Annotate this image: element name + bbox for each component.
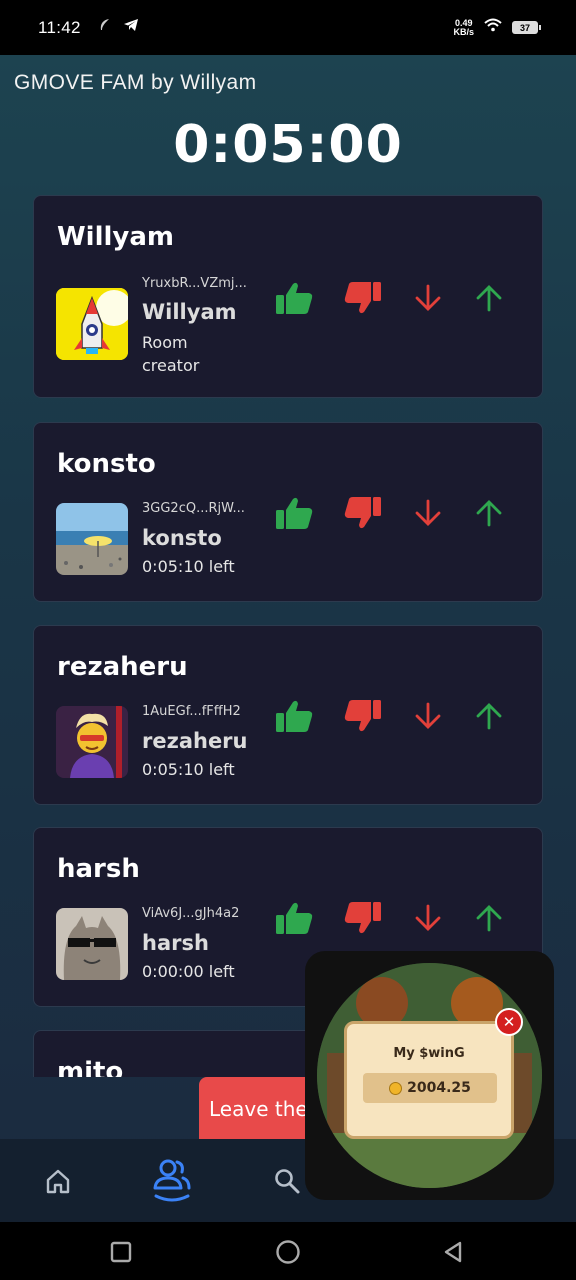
move-up-button[interactable] (469, 493, 509, 533)
thumbs-down-icon (344, 282, 381, 314)
thumbs-down-icon (344, 700, 381, 732)
home-circle-icon (276, 1240, 300, 1264)
arrow-up-icon (476, 285, 502, 312)
move-up-button[interactable] (469, 278, 509, 318)
participant-card: konsto 3GG2cQ...RjW... konsto 0:05:10 le… (33, 422, 543, 602)
balance-value: 2004.25 (407, 1080, 471, 1096)
thumbs-up-button[interactable] (274, 898, 314, 938)
wallet-address: 3GG2cQ...RjW... (142, 501, 245, 516)
move-up-button[interactable] (469, 696, 509, 736)
thumbs-up-icon (276, 282, 313, 314)
participant-card-title: konsto (57, 449, 156, 479)
thumbs-up-icon (276, 700, 313, 732)
net-speed: 0.49 KB/s (453, 17, 474, 37)
floating-game-overlay[interactable]: My $winG 2004.25 ✕ (305, 951, 554, 1200)
arrow-up-icon (476, 703, 502, 730)
wifi-icon (484, 18, 502, 37)
recents-button[interactable] (110, 1241, 132, 1267)
thumbs-down-icon (344, 497, 381, 529)
thumbs-up-button[interactable] (274, 278, 314, 318)
thumbs-up-icon (276, 902, 313, 934)
arrow-down-icon (415, 284, 441, 311)
participant-card: rezaheru 1AuEGf...fFffH2 rezaheru 0:05:1… (33, 625, 543, 805)
participant-card-title: rezaheru (57, 652, 188, 682)
back-triangle-icon (444, 1241, 462, 1263)
move-down-button[interactable] (408, 493, 448, 533)
participant-card-title: Willyam (57, 222, 174, 252)
beach-avatar (56, 503, 128, 575)
participant-list[interactable]: Willyam YruxbR...VZmj... Willyam Room cr… (33, 195, 543, 1077)
room-title: GMOVE FAM by Willyam (14, 71, 257, 94)
move-down-button[interactable] (408, 898, 448, 938)
coin-icon (389, 1081, 403, 1095)
move-up-button[interactable] (469, 898, 509, 938)
popup-title: My $winG (393, 1046, 465, 1061)
status-time: 11:42 (38, 17, 81, 37)
participant-card-title: mito (57, 1057, 124, 1077)
participant-card-title: harsh (57, 854, 140, 884)
participant-username: konsto (142, 526, 222, 550)
participant-time-left: 0:05:10 left (142, 760, 235, 779)
wallet-address: 1AuEGf...fFffH2 (142, 704, 241, 719)
participant-username: rezaheru (142, 729, 248, 753)
move-down-button[interactable] (408, 278, 448, 318)
battery-icon: 37 (512, 21, 541, 34)
move-down-button[interactable] (408, 696, 448, 736)
my-swing-popup: My $winG 2004.25 (344, 1021, 514, 1139)
leaf-notification-icon (99, 18, 111, 37)
popup-close-button[interactable]: ✕ (495, 1008, 523, 1036)
people-icon (153, 1159, 191, 1202)
thumbs-down-icon (344, 902, 381, 934)
room-timer: 0:05:00 (173, 115, 403, 175)
cat-sunglasses-avatar (56, 908, 128, 980)
participant-role: Room creator (142, 333, 200, 375)
arrow-up-icon (476, 905, 502, 932)
wallet-address: YruxbR...VZmj... (142, 276, 247, 291)
recents-square-icon (110, 1241, 132, 1263)
home-button[interactable] (275, 1239, 301, 1269)
thumbs-down-button[interactable] (343, 898, 383, 938)
search-icon (275, 1169, 300, 1194)
telegram-icon (123, 18, 139, 37)
thumbs-down-button[interactable] (343, 493, 383, 533)
home-icon (46, 1169, 70, 1194)
status-bar: 11:42 0.49 KB/s 37 (0, 0, 576, 55)
system-navigation-bar (0, 1222, 576, 1280)
arrow-down-icon (415, 499, 441, 526)
participant-username: harsh (142, 931, 209, 955)
participant-username: Willyam (142, 300, 237, 324)
swing-balance: 2004.25 (363, 1073, 497, 1103)
arrow-down-icon (415, 702, 441, 729)
back-button[interactable] (442, 1240, 464, 1268)
cartoon-character-avatar (56, 706, 128, 778)
thumbs-down-button[interactable] (343, 278, 383, 318)
participant-time-left: 0:05:10 left (142, 557, 235, 576)
thumbs-down-button[interactable] (343, 696, 383, 736)
thumbs-up-icon (276, 497, 313, 529)
arrow-down-icon (415, 904, 441, 931)
nav-people-button[interactable] (142, 1151, 202, 1211)
participant-time-left: 0:00:00 left (142, 962, 235, 981)
participant-card: Willyam YruxbR...VZmj... Willyam Room cr… (33, 195, 543, 398)
rocket-avatar (56, 288, 128, 360)
wallet-address: ViAv6J...gJh4a2 (142, 906, 240, 921)
thumbs-up-button[interactable] (274, 493, 314, 533)
arrow-up-icon (476, 500, 502, 527)
thumbs-up-button[interactable] (274, 696, 314, 736)
nav-home-button[interactable] (28, 1151, 88, 1211)
